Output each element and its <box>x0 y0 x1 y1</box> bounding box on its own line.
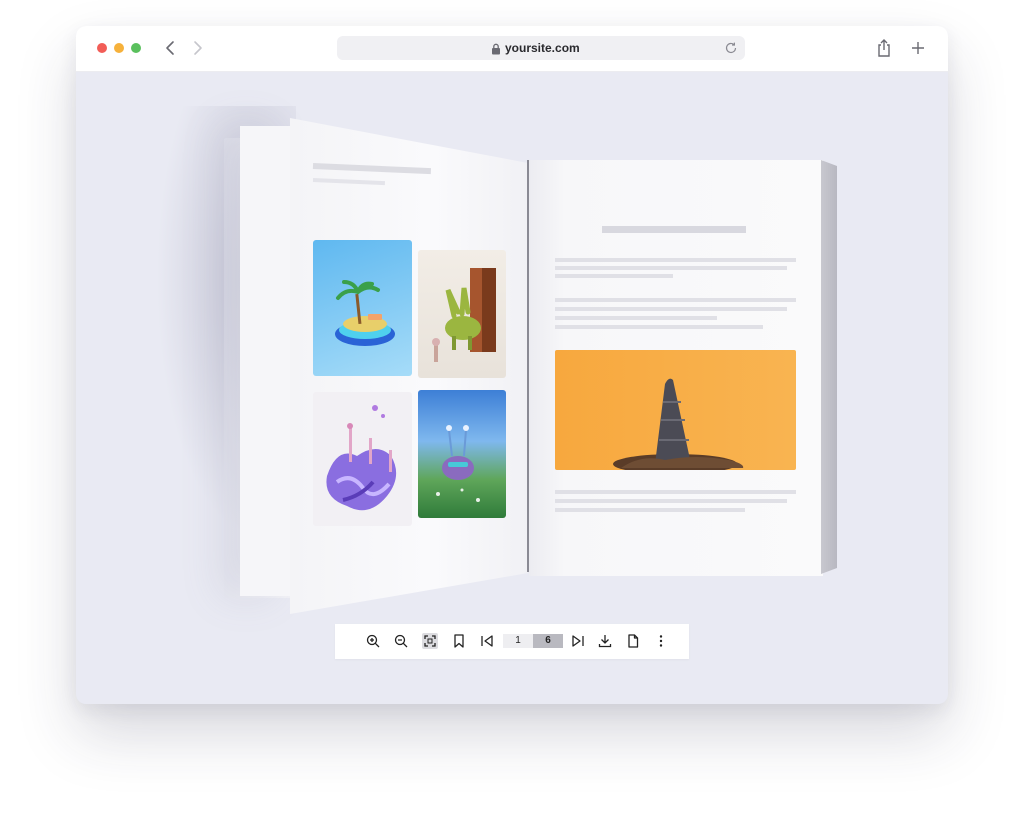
bookmark-icon[interactable] <box>451 633 467 649</box>
text-placeholder <box>312 163 432 175</box>
reload-icon[interactable] <box>724 41 738 55</box>
browser-titlebar: yoursite.com <box>76 26 948 72</box>
more-options-icon[interactable] <box>653 633 669 649</box>
first-page-icon[interactable] <box>479 633 495 649</box>
page-stack <box>240 126 292 596</box>
monster-illustration[interactable] <box>418 390 506 518</box>
url-text: yoursite.com <box>505 41 580 55</box>
browser-window: yoursite.com 1 6 <box>76 26 948 704</box>
text-placeholder <box>555 316 717 320</box>
total-pages: 6 <box>533 634 563 648</box>
rabbit-illustration[interactable] <box>418 250 506 378</box>
text-placeholder <box>602 226 746 233</box>
text-placeholder <box>555 258 796 262</box>
zoom-window-button[interactable] <box>131 43 141 53</box>
text-placeholder <box>555 274 673 278</box>
flipbook-left-page[interactable] <box>290 118 528 614</box>
text-placeholder <box>555 266 787 270</box>
minimize-window-button[interactable] <box>114 43 124 53</box>
text-placeholder <box>555 508 745 512</box>
text-placeholder <box>555 490 796 494</box>
text-placeholder <box>555 499 787 503</box>
page-edge <box>821 160 837 574</box>
lock-icon <box>491 42 501 55</box>
sculpture-illustration[interactable] <box>313 392 412 526</box>
text-placeholder <box>555 307 787 311</box>
viewer-toolbar: 1 6 <box>335 624 689 659</box>
address-bar[interactable]: yoursite.com <box>337 36 745 60</box>
island-illustration[interactable] <box>313 240 412 376</box>
close-window-button[interactable] <box>97 43 107 53</box>
last-page-icon[interactable] <box>570 633 586 649</box>
current-page-input[interactable]: 1 <box>503 634 533 648</box>
zoom-in-icon[interactable] <box>365 633 381 649</box>
fit-screen-icon[interactable] <box>422 633 438 649</box>
chevron-left-icon[interactable] <box>162 38 180 58</box>
document-icon[interactable] <box>625 633 641 649</box>
chevron-right-icon[interactable] <box>188 38 206 58</box>
text-placeholder <box>555 298 796 302</box>
text-placeholder <box>555 325 763 329</box>
flipbook-right-page[interactable] <box>529 160 823 576</box>
download-icon[interactable] <box>597 633 613 649</box>
zoom-out-icon[interactable] <box>393 633 409 649</box>
hat-photo[interactable] <box>555 350 796 470</box>
plus-icon[interactable] <box>910 39 926 57</box>
share-icon[interactable] <box>876 38 892 58</box>
text-placeholder <box>312 178 386 186</box>
